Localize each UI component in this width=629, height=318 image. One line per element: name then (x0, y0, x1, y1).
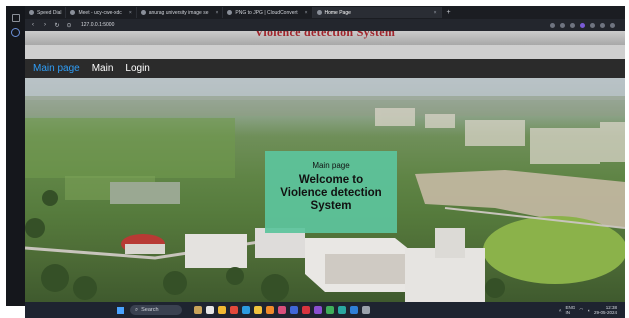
app-gray-icon[interactable] (362, 306, 370, 314)
clock[interactable]: 12:38 29-05-2024 (594, 305, 617, 315)
nav-login[interactable]: Login (125, 63, 149, 74)
reload-icon[interactable]: ↻ (53, 22, 61, 29)
nav-main[interactable]: Main (92, 63, 114, 74)
edge-icon[interactable] (242, 306, 250, 314)
cloud-icon (227, 10, 233, 15)
forward-icon[interactable]: › (41, 22, 49, 28)
app-red2-icon[interactable] (302, 306, 310, 314)
screenshot-icon[interactable] (550, 22, 555, 28)
card-subtitle: Main page (312, 161, 350, 170)
app-green-icon[interactable] (326, 306, 334, 314)
tab-home-page[interactable]: Home Page × (312, 7, 442, 18)
site-header: Violence detection System (25, 31, 625, 45)
screen: Speed Dial Meet - ucy-cwe-xdc × anurag u… (0, 0, 629, 318)
tab-image-search[interactable]: anurag university image se × (137, 7, 224, 18)
main-navbar: Main page Main Login (25, 59, 625, 78)
system-tray: ˄ ENG IN ◠ ◖ 12:38 29-05-2024 (559, 305, 617, 315)
profile-icon[interactable] (580, 22, 585, 28)
app-violet-icon[interactable] (314, 306, 322, 314)
chevron-up-icon[interactable]: ˄ (559, 308, 562, 313)
files-icon[interactable] (254, 306, 262, 314)
header-strip (25, 45, 625, 59)
new-tab-button[interactable]: + (442, 9, 456, 16)
close-tab-icon[interactable]: × (434, 10, 437, 16)
tab-meet[interactable]: Meet - ucy-cwe-xdc × (66, 7, 137, 18)
browser-logo-icon[interactable] (11, 28, 20, 37)
taskbar-search[interactable]: ⌕ Search (130, 305, 182, 315)
workspace-icon[interactable] (11, 14, 20, 22)
close-tab-icon[interactable]: × (129, 10, 132, 16)
vscode-icon[interactable] (350, 306, 358, 314)
site-info-icon[interactable]: ⊙ (65, 22, 73, 29)
start-icon[interactable] (117, 306, 124, 314)
language-indicator[interactable]: ENG IN (566, 305, 576, 315)
site-title: Violence detection System (254, 31, 396, 39)
nav-main-page[interactable]: Main page (33, 63, 80, 74)
task-view-icon[interactable] (206, 306, 214, 314)
app-pink-icon[interactable] (278, 306, 286, 314)
meet-icon (70, 10, 76, 15)
bookmark-icon[interactable] (570, 22, 575, 28)
welcome-heading-line2: Violence detection (280, 187, 382, 199)
chrome-icon[interactable] (218, 306, 226, 314)
globe-icon (316, 10, 322, 15)
tab-speed-dial[interactable]: Speed Dial (25, 7, 67, 18)
welcome-heading-line1: Welcome to (298, 174, 364, 186)
wifi-icon[interactable]: ◠ (579, 307, 583, 313)
close-tab-icon[interactable]: × (305, 10, 308, 16)
browser-sidebar (6, 6, 25, 306)
play-icon[interactable] (590, 22, 595, 28)
address-bar[interactable]: 127.0.0.1:5000 (81, 22, 114, 28)
browser-toolbar: ‹ › ↻ ⊙ 127.0.0.1:5000 (25, 19, 625, 31)
extensions-icon[interactable] (560, 22, 565, 28)
tab-bar: Speed Dial Meet - ucy-cwe-xdc × anurag u… (25, 6, 625, 19)
taskbar-apps (194, 306, 370, 314)
back-icon[interactable]: ‹ (29, 22, 37, 28)
app-blue-icon[interactable] (290, 306, 298, 314)
app-red-icon[interactable] (230, 306, 238, 314)
app-teal-icon[interactable] (338, 306, 346, 314)
welcome-heading-line3: System (310, 200, 352, 212)
windows-taskbar: ⌕ Search ˄ ENG IN ◠ ◖ 12:38 29-05-2024 (25, 302, 625, 318)
volume-icon[interactable]: ◖ (587, 308, 590, 313)
widgets-icon[interactable] (194, 306, 202, 314)
toolbar-extensions (550, 22, 615, 28)
google-icon (140, 10, 146, 15)
close-tab-icon[interactable]: × (216, 10, 219, 16)
welcome-card: Main page Welcome to Violence detection … (265, 151, 397, 233)
app-orange-icon[interactable] (266, 306, 274, 314)
speed-dial-icon (29, 10, 34, 15)
tab-cloudconvert[interactable]: PNG to JPG | CloudConvert × (223, 7, 313, 18)
search-icon: ⌕ (135, 306, 139, 313)
menu-icon[interactable] (610, 22, 615, 28)
shield-icon[interactable] (600, 22, 605, 28)
